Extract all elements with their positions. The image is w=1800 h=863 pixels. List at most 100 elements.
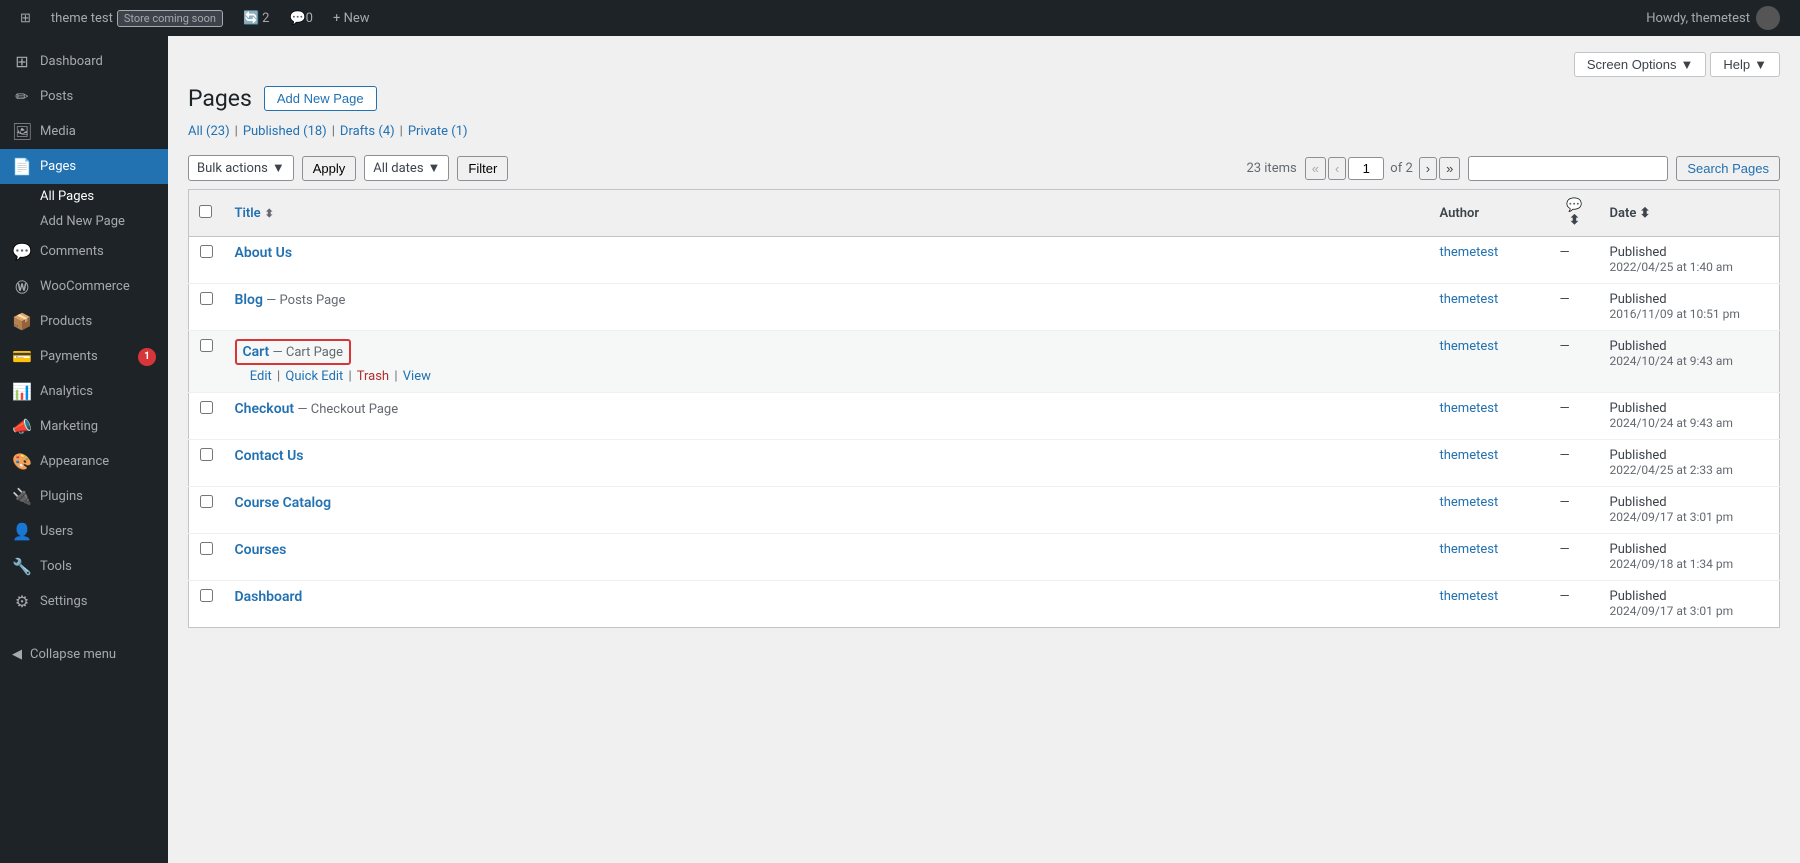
date-status: Published	[1610, 401, 1667, 416]
next-page-button[interactable]: ›	[1419, 157, 1437, 180]
analytics-icon: 📊	[12, 382, 32, 401]
filter-published[interactable]: Published (18)	[243, 124, 327, 139]
row-checkbox[interactable]	[200, 292, 213, 305]
row-checkbox[interactable]	[200, 542, 213, 555]
sidebar-label-pages: Pages	[40, 159, 156, 174]
filter-drafts[interactable]: Drafts (4)	[340, 124, 395, 139]
filter-published-link[interactable]: Published (18)	[243, 124, 327, 139]
filter-private-link[interactable]: Private (1)	[408, 124, 468, 139]
prev-page-button[interactable]: ‹	[1328, 157, 1346, 180]
table-row: Contact Us Edit | Quick Edit | Trash | V…	[189, 440, 1780, 487]
row-checkbox[interactable]	[200, 448, 213, 461]
page-link[interactable]: About Us	[235, 245, 293, 261]
adminbar-site-name[interactable]: theme test Store coming soon	[43, 0, 231, 36]
sep-3: |	[400, 124, 403, 139]
bulk-actions-label: Bulk actions	[197, 161, 268, 176]
filter-all[interactable]: All (23)	[188, 124, 230, 139]
author-link[interactable]: themetest	[1440, 339, 1499, 354]
title-sort-link[interactable]: Title ⬍	[235, 206, 1420, 221]
posts-icon: ✏	[12, 87, 32, 106]
row-check	[189, 331, 225, 393]
sidebar-item-media[interactable]: 🖼 Media	[0, 114, 168, 149]
sidebar-label-comments: Comments	[40, 244, 156, 259]
row-title-cell: About Us Edit | Quick Edit | Trash | Vie…	[225, 237, 1430, 284]
author-link[interactable]: themetest	[1440, 495, 1499, 510]
sidebar-item-appearance[interactable]: 🎨 Appearance	[0, 444, 168, 479]
first-page-button[interactable]: «	[1305, 157, 1326, 180]
screen-options-button[interactable]: Screen Options ▼	[1574, 52, 1706, 77]
author-link[interactable]: themetest	[1440, 401, 1499, 416]
sidebar-item-users[interactable]: 👤 Users	[0, 514, 168, 549]
select-all-checkbox[interactable]	[199, 205, 212, 218]
adminbar-comments[interactable]: 💬 0	[281, 0, 321, 36]
view-link[interactable]: View	[403, 369, 431, 384]
sidebar-item-tools[interactable]: 🔧 Tools	[0, 549, 168, 584]
author-link[interactable]: themetest	[1440, 448, 1499, 463]
filter-private[interactable]: Private (1)	[408, 124, 468, 139]
filter-button[interactable]: Filter	[457, 156, 508, 181]
tablenav-top: Bulk actions ▼ Apply All dates ▼ Filter …	[188, 155, 1780, 181]
sidebar-item-products[interactable]: 📦 Products	[0, 304, 168, 339]
adminbar-right: Howdy, themetest	[1638, 0, 1788, 36]
page-link[interactable]: Course Catalog	[235, 495, 332, 511]
adminbar-new[interactable]: + New	[325, 0, 378, 36]
quick-edit-link[interactable]: Quick Edit	[285, 369, 343, 384]
sidebar-item-settings[interactable]: ⚙ Settings	[0, 584, 168, 619]
row-author: themetest	[1430, 534, 1550, 581]
author-link[interactable]: themetest	[1440, 292, 1499, 307]
edit-link[interactable]: Edit	[250, 369, 272, 384]
col-title[interactable]: Title ⬍	[225, 190, 1430, 237]
page-link[interactable]: Blog	[235, 292, 263, 308]
add-new-page-button[interactable]: Add New Page	[264, 86, 377, 111]
search-input[interactable]	[1468, 156, 1668, 181]
row-author: themetest	[1430, 237, 1550, 284]
row-title-cell: Courses Edit | Quick Edit | Trash | View	[225, 534, 1430, 581]
bulk-actions-select[interactable]: Bulk actions ▼	[188, 155, 294, 181]
row-checkbox[interactable]	[200, 339, 213, 352]
sidebar-item-comments[interactable]: 💬 Comments	[0, 234, 168, 269]
collapse-menu[interactable]: ◀ Collapse menu	[0, 639, 168, 670]
apply-button[interactable]: Apply	[302, 156, 357, 181]
filter-drafts-link[interactable]: Drafts (4)	[340, 124, 395, 139]
comments-count: 0	[306, 11, 313, 26]
filter-all-link[interactable]: All (23)	[188, 124, 230, 139]
sidebar-item-pages[interactable]: 📄 Pages	[0, 149, 168, 184]
sidebar-item-dashboard[interactable]: ⊞ Dashboard	[0, 44, 168, 79]
author-link[interactable]: themetest	[1440, 245, 1499, 260]
help-button[interactable]: Help ▼	[1710, 52, 1780, 77]
row-title-cell: Contact Us Edit | Quick Edit | Trash | V…	[225, 440, 1430, 487]
sidebar-item-plugins[interactable]: 🔌 Plugins	[0, 479, 168, 514]
table-row: Course Catalog Edit | Quick Edit | Trash…	[189, 487, 1780, 534]
row-checkbox[interactable]	[200, 401, 213, 414]
row-date: Published 2024/09/17 at 3:01 pm	[1600, 581, 1780, 628]
page-link[interactable]: Checkout	[235, 401, 295, 417]
row-checkbox[interactable]	[200, 245, 213, 258]
sidebar-item-posts[interactable]: ✏ Posts	[0, 79, 168, 114]
search-pages-button[interactable]: Search Pages	[1676, 156, 1780, 181]
sidebar-item-payments[interactable]: 💳 Payments 1	[0, 339, 168, 374]
page-number-input[interactable]	[1348, 157, 1384, 180]
page-link[interactable]: Contact Us	[235, 448, 304, 464]
row-title-cell: Course Catalog Edit | Quick Edit | Trash…	[225, 487, 1430, 534]
sidebar-subitem-all-pages[interactable]: All Pages	[0, 184, 168, 209]
row-checkbox[interactable]	[200, 495, 213, 508]
page-link[interactable]: Cart	[243, 344, 270, 360]
date-status: Published	[1610, 495, 1667, 510]
trash-link[interactable]: Trash	[357, 369, 389, 384]
last-page-button[interactable]: »	[1439, 157, 1460, 180]
row-checkbox[interactable]	[200, 589, 213, 602]
adminbar-updates[interactable]: 🔄 2	[235, 0, 278, 36]
author-link[interactable]: themetest	[1440, 542, 1499, 557]
sidebar-item-marketing[interactable]: 📣 Marketing	[0, 409, 168, 444]
howdy-text: Howdy, themetest	[1646, 11, 1750, 26]
page-link[interactable]: Courses	[235, 542, 287, 558]
page-link[interactable]: Dashboard	[235, 589, 303, 605]
page-title: Pages	[188, 85, 252, 112]
sidebar-subitem-add-new-page[interactable]: Add New Page	[0, 209, 168, 234]
sidebar-item-analytics[interactable]: 📊 Analytics	[0, 374, 168, 409]
author-link[interactable]: themetest	[1440, 589, 1499, 604]
sidebar-item-woocommerce[interactable]: Ⓦ WooCommerce	[0, 269, 168, 304]
date-filter-select[interactable]: All dates ▼	[364, 155, 449, 181]
adminbar-wp-logo[interactable]: ⊞	[12, 0, 39, 36]
adminbar-howdy[interactable]: Howdy, themetest	[1638, 0, 1788, 36]
